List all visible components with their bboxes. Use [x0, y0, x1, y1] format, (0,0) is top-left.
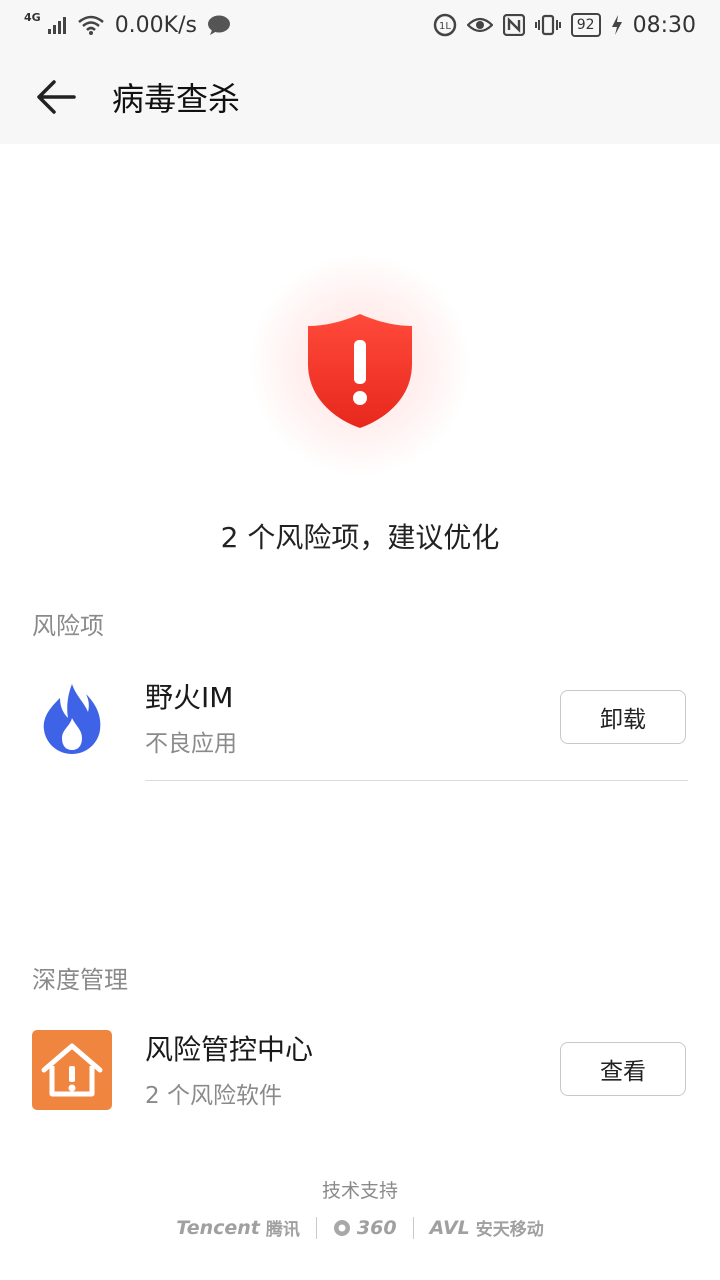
risk-app-desc: 不良应用 — [145, 731, 237, 757]
house-warning-icon — [32, 1030, 112, 1110]
deep-item-row: 风险管控中心 2 个风险软件 查看 — [0, 1012, 720, 1132]
network-type: 4G — [24, 10, 41, 24]
status-left: 4G 0.00K/s — [24, 10, 231, 38]
back-arrow-icon — [37, 80, 76, 114]
flame-icon — [43, 684, 101, 754]
svg-text:1L: 1L — [439, 21, 451, 32]
scan-result-hero — [0, 250, 720, 490]
eye-icon — [466, 17, 493, 33]
scan-summary: 2 个风险项，建议优化 — [220, 521, 500, 554]
360-mark-icon — [333, 1219, 350, 1236]
charging-icon — [611, 15, 622, 35]
risk-center-desc: 2 个风险软件 — [145, 1083, 282, 1109]
signal-icon — [47, 17, 66, 34]
tech-support-label: 技术支持 — [321, 1180, 398, 1202]
wifi-icon — [77, 15, 104, 35]
app-bar: 病毒查杀 — [0, 50, 720, 144]
risk-center-name: 风险管控中心 — [145, 1033, 314, 1066]
nfc-icon — [502, 14, 525, 36]
battery-level: 92 — [570, 13, 601, 37]
risk-section-label: 风险项 — [32, 612, 104, 640]
back-button[interactable] — [26, 67, 86, 127]
network-speed: 0.00K/s — [114, 12, 197, 38]
data-saver-icon: 1L — [433, 13, 457, 37]
uninstall-button[interactable]: 卸载 — [560, 690, 686, 744]
deep-section-label: 深度管理 — [32, 966, 128, 994]
360-logo: 360 — [333, 1217, 397, 1239]
clock: 08:30 — [632, 12, 696, 38]
status-right: 1L 92 08:30 — [433, 13, 696, 38]
view-button[interactable]: 查看 — [560, 1042, 686, 1096]
tencent-logo: Tencent 腾讯 — [176, 1216, 300, 1241]
avl-logo: AVL 安天移动 — [429, 1216, 544, 1241]
status-bar: 4G 0.00K/s 1L 92 08:30 — [0, 0, 720, 50]
chat-bubble-icon — [207, 15, 230, 35]
partner-separator — [412, 1216, 414, 1239]
page-title: 病毒查杀 — [112, 80, 241, 118]
risk-item-row: 野火IM 不良应用 卸载 — [0, 660, 720, 780]
warning-shield-icon — [308, 314, 412, 428]
footer: 技术支持 Tencent 腾讯 360 AVL 安天移动 — [0, 1176, 720, 1240]
partner-separator — [315, 1216, 317, 1239]
partner-logos: Tencent 腾讯 360 AVL 安天移动 — [0, 1215, 720, 1240]
risk-app-name: 野火IM — [145, 681, 234, 714]
risk-item-divider — [145, 780, 688, 781]
vibrate-icon — [534, 14, 561, 36]
